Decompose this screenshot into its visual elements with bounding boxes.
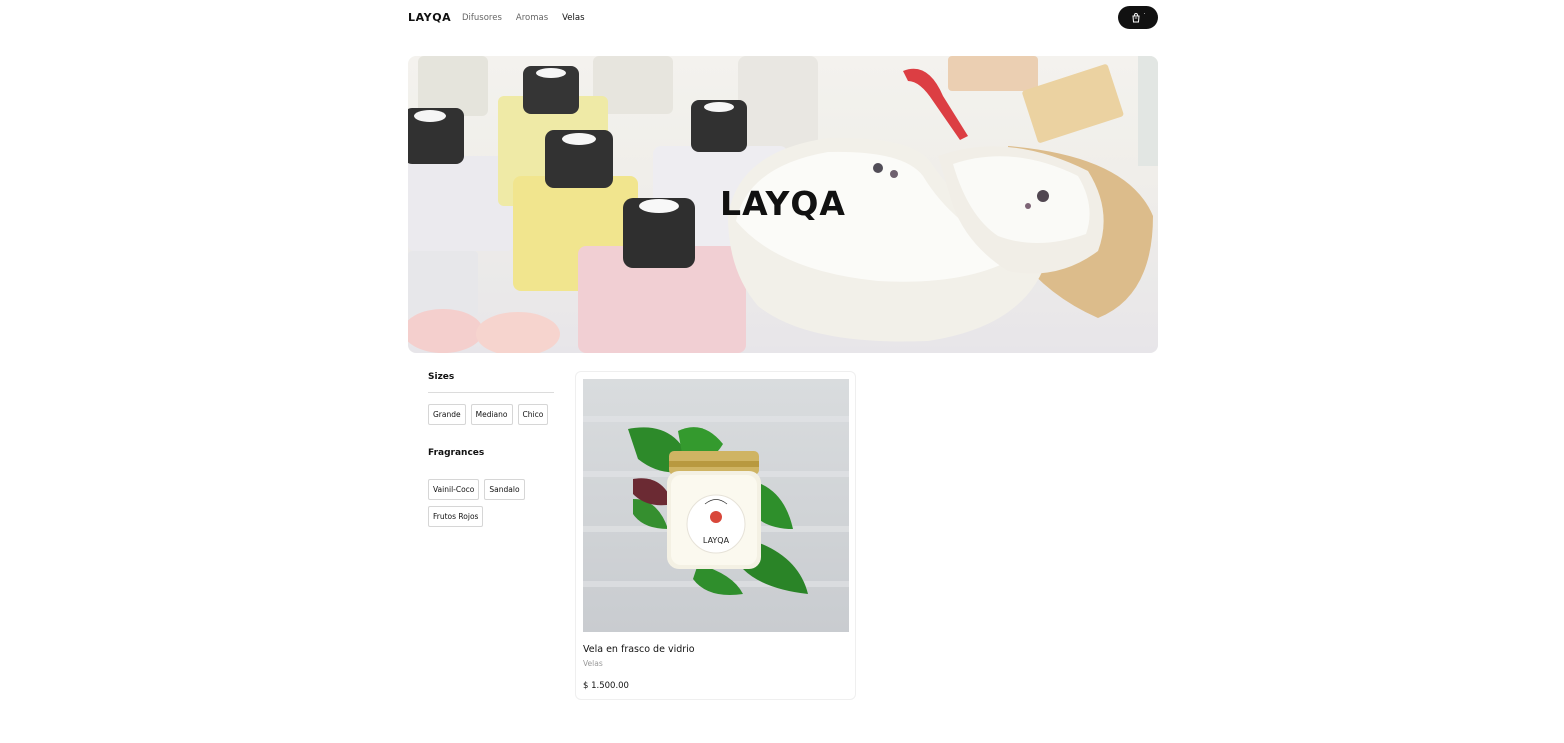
nav-links: Difusores Aromas Velas	[462, 13, 585, 23]
product-price: $ 1.500.00	[583, 681, 629, 691]
fragrances-title: Fragrances	[428, 448, 485, 458]
fragrance-chip-sandalo[interactable]: Sandalo	[484, 479, 525, 500]
nav-link-difusores[interactable]: Difusores	[462, 13, 502, 23]
size-chip-chico[interactable]: Chico	[517, 404, 549, 425]
product-image[interactable]: LAYQA	[583, 379, 849, 632]
size-chip-mediano[interactable]: Mediano	[470, 404, 513, 425]
fragrance-chip-vainil-coco[interactable]: Vainil-Coco	[428, 479, 480, 500]
hero-title: LAYQA	[720, 184, 846, 223]
product-card[interactable]: LAYQA Vela en frasco de vidrio Velas $ 1…	[575, 371, 856, 700]
divider	[428, 392, 554, 393]
fragrance-chip-frutos-rojos[interactable]: Frutos Rojos	[428, 506, 484, 527]
product-name[interactable]: Vela en frasco de vidrio	[583, 644, 695, 655]
size-chip-grande[interactable]: Grande	[428, 404, 466, 425]
cart-button[interactable]: ·	[1118, 6, 1158, 29]
top-navbar: LAYQA Difusores Aromas Velas ·	[408, 0, 1158, 36]
nav-link-aromas[interactable]: Aromas	[516, 13, 548, 23]
jar-label-text: LAYQA	[703, 536, 730, 545]
size-chips: Grande Mediano Chico	[428, 404, 554, 425]
product-category: Velas	[583, 659, 603, 668]
filters-sidebar: Sizes Grande Mediano Chico Fragrances Va…	[428, 372, 554, 527]
shopping-bag-icon	[1131, 12, 1140, 22]
hero-banner: LAYQA	[408, 56, 1158, 353]
fragrance-chips: Vainil-Coco Sandalo Frutos Rojos	[428, 479, 554, 527]
cart-count: ·	[1143, 11, 1146, 18]
nav-link-velas[interactable]: Velas	[562, 13, 584, 23]
sizes-title: Sizes	[428, 372, 455, 382]
brand-logo[interactable]: LAYQA	[408, 11, 451, 24]
